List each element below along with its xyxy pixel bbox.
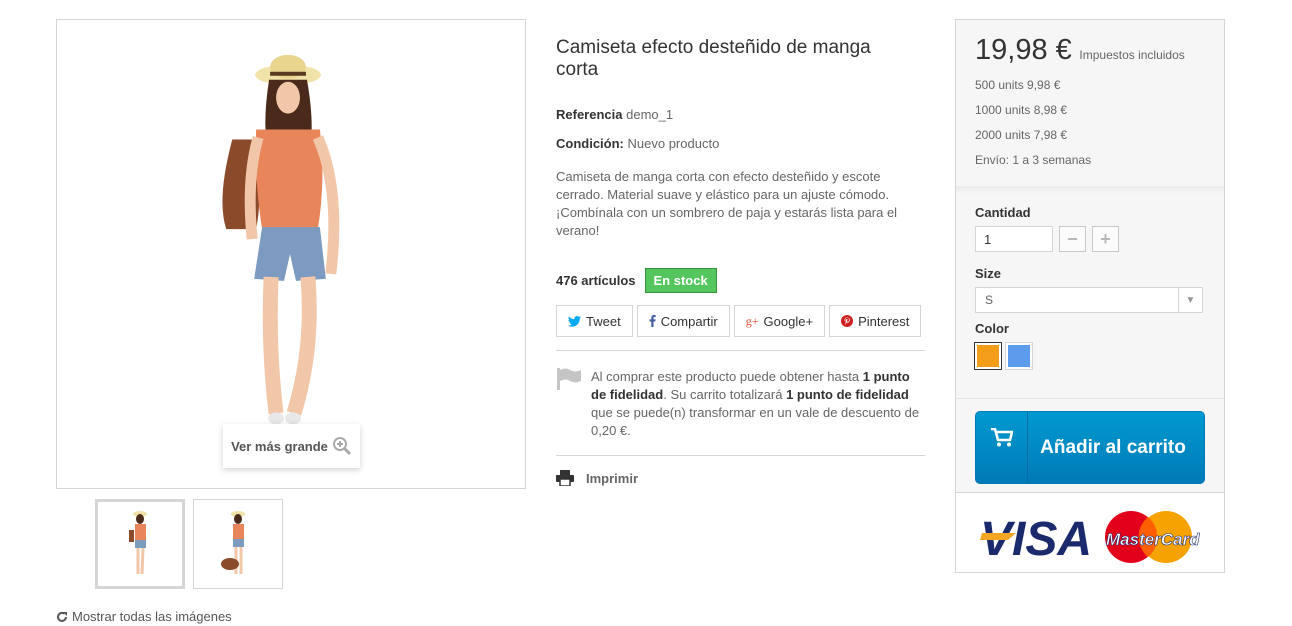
quantity-decrease-button[interactable]: − (1059, 226, 1086, 252)
size-select[interactable]: S ▼ (975, 287, 1203, 313)
twitter-icon (568, 315, 581, 327)
product-main-image[interactable]: Ver más grande (56, 19, 526, 489)
size-value: S (985, 293, 994, 307)
condition-row: Condición: Nuevo producto (556, 136, 719, 151)
svg-text:MasterCard: MasterCard (1106, 530, 1200, 549)
color-label: Color (975, 321, 1009, 336)
quantity-increase-button[interactable]: + (1092, 226, 1119, 252)
print-label: Imprimir (586, 470, 639, 486)
google-plus-icon: g+ (745, 313, 759, 328)
add-to-cart-button[interactable]: Añadir al carrito (975, 411, 1205, 484)
quantity-label: Cantidad (975, 205, 1031, 220)
tax-label: Impuestos incluidos (1079, 48, 1185, 62)
divider (556, 455, 925, 456)
quantity-discount: 2000 units 7,98 € (975, 128, 1068, 142)
size-label: Size (975, 266, 1002, 281)
color-swatches (975, 343, 1205, 369)
reference-value: demo_1 (626, 107, 674, 122)
divider (956, 186, 1224, 194)
pinterest-label: Pinterest (858, 313, 910, 329)
quantity-row: − + (975, 226, 1205, 252)
zoom-button[interactable]: Ver más grande (223, 424, 360, 468)
payment-logos-image: VISA MasterCard (980, 511, 1200, 566)
quantity-discount: 500 units 9,98 € (975, 78, 1061, 92)
condition-value: Nuevo producto (627, 136, 720, 151)
google-plus-button[interactable]: g+ Google+ (733, 305, 826, 337)
loyalty-points-info: Al comprar este producto puede obtener h… (556, 368, 925, 440)
reference-label: Referencia (556, 107, 623, 122)
chevron-down-icon: ▼ (1178, 288, 1202, 312)
show-all-images-link[interactable]: Mostrar todas las imágenes (56, 609, 232, 624)
thumbnail-list (95, 499, 283, 589)
tweet-button[interactable]: Tweet (556, 305, 633, 337)
facebook-label: Compartir (660, 313, 718, 329)
share-buttons: Tweet Compartir g+ Google+ Pinterest (556, 305, 922, 337)
print-link[interactable]: Imprimir (556, 470, 638, 486)
loyalty-text-2: . Su carrito totalizará (663, 387, 787, 402)
price-area: 19,98 € Impuestos incluidos 500 units 9,… (956, 20, 1224, 186)
quantity-input[interactable] (975, 226, 1053, 252)
stock-row: 476 artículos En stock (556, 268, 717, 293)
facebook-icon (649, 315, 656, 327)
divider (956, 398, 1224, 399)
thumbnail-image (221, 511, 245, 574)
shipping-info: Envío: 1 a 3 semanas (975, 153, 1092, 167)
loyalty-text-3: que se puede(n) transformar en un vale d… (591, 405, 920, 438)
color-swatch-orange[interactable] (975, 343, 1001, 369)
tweet-label: Tweet (586, 313, 621, 329)
thumbnail-image (129, 511, 147, 575)
product-description: Camiseta de manga corta con efecto deste… (556, 169, 898, 238)
stock-quantity: 476 artículos (556, 273, 636, 288)
zoom-label: Ver más grande (231, 438, 328, 454)
quantity-discount: 1000 units 8,98 € (975, 103, 1068, 117)
refresh-icon (57, 611, 67, 622)
pinterest-icon (841, 315, 854, 327)
cart-icon (990, 428, 1013, 447)
condition-label: Condición: (556, 136, 624, 151)
product-price: 19,98 € (975, 34, 1072, 66)
product-title: Camiseta efecto desteñido de manga corta (556, 37, 871, 80)
divider (556, 350, 925, 351)
thumbnail-1[interactable] (95, 499, 185, 589)
buy-box: 19,98 € Impuestos incluidos 500 units 9,… (955, 19, 1225, 573)
pinterest-button[interactable]: Pinterest (829, 305, 922, 337)
loyalty-points-2: 1 punto de fidelidad (786, 387, 909, 402)
printer-icon (556, 470, 574, 486)
add-to-cart-label: Añadir al carrito (1040, 436, 1186, 458)
mastercard-logo: MasterCard (1105, 511, 1200, 563)
facebook-share-button[interactable]: Compartir (636, 305, 730, 337)
google-plus-label: Google+ (763, 313, 814, 329)
magnifier-plus-icon (332, 437, 351, 456)
product-attributes: Cantidad − + Size S ▼ Color (975, 205, 1205, 369)
color-swatch-blue[interactable] (1006, 343, 1032, 369)
payment-logos: VISA MasterCard (956, 492, 1224, 572)
product-photo (222, 54, 340, 425)
flag-icon (557, 368, 581, 390)
stock-badge: En stock (644, 268, 717, 293)
reference-row: Referencia demo_1 (556, 107, 673, 122)
cart-icon-wrapper (976, 412, 1028, 483)
show-all-label: Mostrar todas las imágenes (72, 609, 232, 624)
thumbnail-2[interactable] (193, 499, 283, 589)
loyalty-text-1: Al comprar este producto puede obtener h… (591, 369, 863, 384)
